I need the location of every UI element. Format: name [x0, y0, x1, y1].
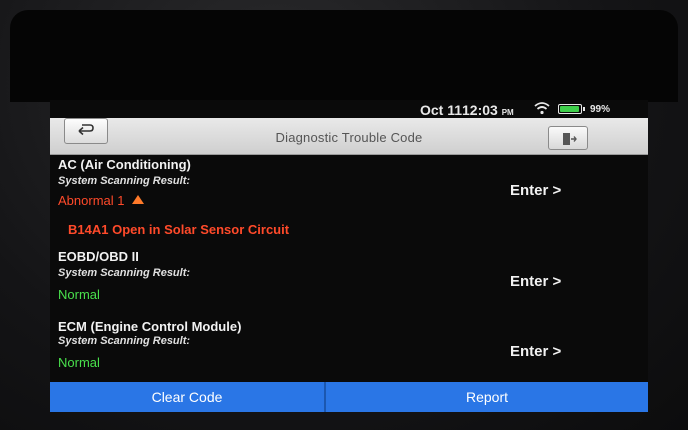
bottom-action-bar: Clear Code Report: [50, 382, 648, 412]
scan-result-label: System Scanning Result:: [58, 335, 191, 347]
battery-icon: [558, 104, 585, 114]
scan-result-label: System Scanning Result:: [58, 267, 191, 279]
list-item-ac: AC (Air Conditioning) System Scanning Re…: [50, 155, 648, 241]
status-normal: Normal: [58, 287, 100, 302]
exit-button[interactable]: [548, 126, 588, 150]
status-normal: Normal: [58, 355, 100, 370]
system-name: AC (Air Conditioning): [58, 157, 191, 172]
enter-button-ecm[interactable]: Enter >: [510, 343, 561, 360]
warning-triangle-icon: [132, 195, 145, 204]
enter-button-eobd[interactable]: Enter >: [510, 273, 561, 290]
system-name: ECM (Engine Control Module): [58, 319, 242, 334]
enter-button-ac[interactable]: Enter >: [510, 182, 561, 199]
status-time: 12:03 PM: [462, 102, 514, 118]
screen-top-area: [10, 10, 678, 102]
exit-icon: [563, 133, 577, 145]
status-abnormal: Abnormal 1: [58, 193, 145, 208]
dtc-description: B14A1 Open in Solar Sensor Circuit: [68, 222, 290, 237]
report-button[interactable]: Report: [326, 382, 648, 412]
status-bar: Oct 11 12:03 PM 99%: [50, 100, 648, 118]
list-item-eobd: EOBD/OBD II System Scanning Result: Norm…: [50, 247, 648, 307]
screen: Oct 11 12:03 PM 99% Diagnostic Trouble C…: [50, 100, 648, 412]
status-date: Oct 11: [420, 102, 463, 118]
scan-result-label: System Scanning Result:: [58, 175, 191, 187]
clear-code-button[interactable]: Clear Code: [50, 382, 324, 412]
battery-percent: 99%: [590, 104, 611, 115]
wifi-icon: [534, 102, 550, 115]
system-list: AC (Air Conditioning) System Scanning Re…: [50, 155, 648, 381]
system-name: EOBD/OBD II: [58, 249, 139, 264]
list-item-ecm: ECM (Engine Control Module) System Scann…: [50, 317, 648, 377]
title-bar: Diagnostic Trouble Code: [50, 118, 648, 155]
